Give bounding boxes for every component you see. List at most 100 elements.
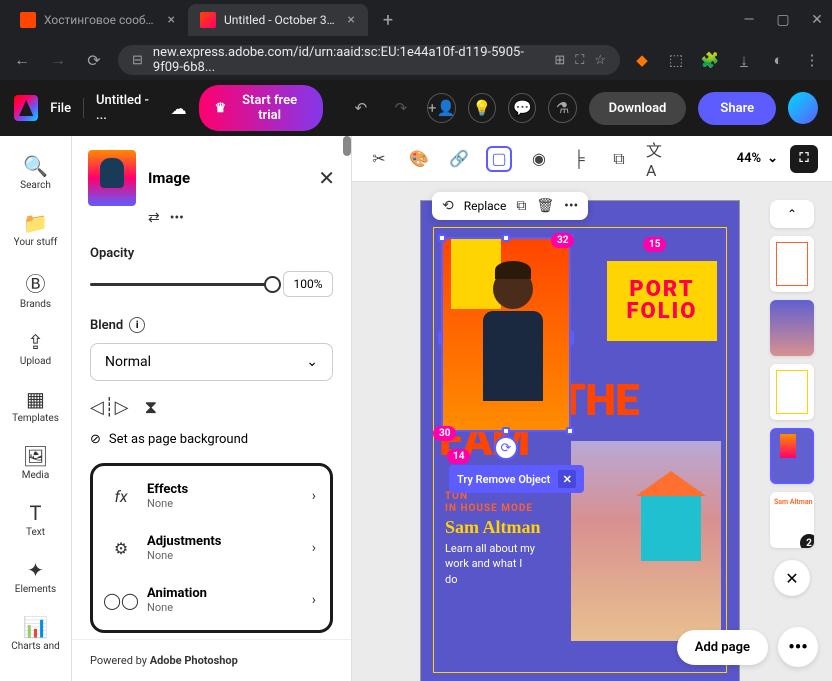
nav-templates[interactable]: ▦Templates bbox=[0, 379, 71, 432]
panel-close-icon[interactable]: ✕ bbox=[318, 166, 335, 190]
corner-icon[interactable]: ◉ bbox=[526, 146, 552, 172]
flip-vertical-icon[interactable]: ⧗ bbox=[145, 397, 158, 418]
pages-close-icon[interactable]: ✕ bbox=[774, 560, 810, 596]
new-tab-button[interactable]: + bbox=[374, 6, 402, 34]
resize-handle[interactable] bbox=[566, 427, 574, 435]
swap-icon[interactable]: ⇄ bbox=[148, 210, 160, 226]
delete-icon[interactable]: 🗑 bbox=[536, 198, 554, 214]
nav-forward-icon[interactable]: → bbox=[46, 48, 70, 72]
blend-select[interactable]: Normal ⌄ bbox=[90, 343, 333, 381]
page-thumbnail[interactable] bbox=[770, 236, 814, 292]
resize-handle[interactable] bbox=[438, 234, 446, 242]
description-text[interactable]: Learn all about my work and what I do bbox=[445, 541, 535, 587]
extensions-menu-icon[interactable]: 🧩 bbox=[700, 50, 720, 70]
invite-icon[interactable]: +👤 bbox=[427, 93, 456, 123]
site-settings-icon[interactable]: ⊟ bbox=[132, 53, 143, 68]
extension-icon[interactable]: ◆ bbox=[632, 50, 652, 70]
translate-icon[interactable]: ⛶ bbox=[575, 53, 584, 68]
pages-collapse-icon[interactable]: ⌃ bbox=[770, 200, 814, 228]
start-trial-button[interactable]: ♛ Start free trial bbox=[199, 85, 323, 131]
align-icon[interactable]: ╞ bbox=[566, 146, 592, 172]
color-icon[interactable]: 🎨 bbox=[406, 146, 432, 172]
resize-handle[interactable] bbox=[438, 331, 442, 345]
beach-image[interactable] bbox=[571, 441, 721, 641]
opacity-value[interactable]: 100% bbox=[283, 271, 333, 297]
opacity-slider[interactable] bbox=[90, 283, 273, 286]
artboard[interactable]: PORT FOLIO MEET THE EAM bbox=[420, 200, 740, 681]
panel-scrollbar[interactable] bbox=[343, 136, 351, 156]
window-close-icon[interactable]: ✕ bbox=[810, 13, 824, 27]
comment-icon[interactable]: 💬 bbox=[508, 93, 536, 123]
info-icon[interactable]: i bbox=[129, 317, 145, 333]
undo-icon[interactable]: ↶ bbox=[347, 93, 375, 123]
adjustments-item[interactable]: ⚙ AdjustmentsNone › bbox=[93, 522, 330, 574]
download-icon[interactable]: ↓ bbox=[734, 50, 754, 70]
animation-item[interactable]: ◯◯ AnimationNone › bbox=[93, 574, 330, 626]
install-app-icon[interactable]: ⊞ bbox=[554, 53, 565, 68]
try-remove-tooltip[interactable]: Try Remove Object ✕ bbox=[449, 465, 584, 493]
shape-icon[interactable]: ▢ bbox=[486, 146, 512, 172]
slider-thumb[interactable] bbox=[264, 276, 281, 293]
name-text[interactable]: Sam Altman bbox=[445, 517, 541, 538]
more-actions-icon[interactable]: ••• bbox=[778, 627, 818, 667]
more-icon[interactable]: ••• bbox=[564, 198, 578, 214]
url-bar[interactable]: ⊟ new.express.adobe.com/id/urn:aaid:sc:E… bbox=[118, 45, 620, 75]
doc-title[interactable]: Untitled - ... bbox=[96, 93, 159, 123]
tab-close-icon[interactable]: × bbox=[167, 13, 176, 27]
expand-icon[interactable]: ⛶ bbox=[790, 145, 818, 173]
file-menu[interactable]: File bbox=[50, 101, 71, 116]
nav-text[interactable]: TText bbox=[0, 493, 71, 546]
download-button[interactable]: Download bbox=[589, 92, 687, 125]
nav-brands[interactable]: ⒷBrands bbox=[0, 260, 71, 318]
browser-tab-active[interactable]: Untitled - October 31, 2024 at 1 × bbox=[188, 4, 368, 36]
nav-media[interactable]: 🖼Media bbox=[0, 436, 71, 489]
nav-reload-icon[interactable]: ⟳ bbox=[82, 48, 106, 72]
browser-menu-icon[interactable]: ⋮ bbox=[802, 50, 822, 70]
resize-handle[interactable] bbox=[502, 234, 510, 242]
resize-handle[interactable] bbox=[502, 427, 510, 435]
subtitle-text[interactable]: IN HOUSE MODE bbox=[445, 503, 533, 514]
window-maximize-icon[interactable]: ▢ bbox=[776, 13, 790, 27]
canvas[interactable]: ⟲ Replace ⧉ 🗑 ••• PORT FOLIO MEET THE bbox=[352, 182, 832, 681]
layer-icon[interactable]: ⧉ bbox=[606, 146, 632, 172]
bookmark-icon[interactable]: ☆ bbox=[594, 53, 606, 68]
page-thumbnail[interactable]: Sam Altman 2 bbox=[770, 492, 814, 548]
tab-close-icon[interactable]: × bbox=[346, 13, 356, 27]
more-icon[interactable]: ••• bbox=[170, 210, 184, 226]
beaker-icon[interactable]: ⚗ bbox=[548, 93, 576, 123]
profile-icon[interactable]: ◐ bbox=[768, 50, 788, 70]
page-thumbnail[interactable] bbox=[770, 364, 814, 420]
portfolio-box[interactable]: PORT FOLIO bbox=[607, 261, 717, 341]
adobe-logo-icon[interactable] bbox=[14, 95, 38, 121]
nav-your-stuff[interactable]: 📁Your stuff bbox=[0, 203, 71, 256]
browser-tab[interactable]: Хостинговое сообщество «Tin × bbox=[8, 4, 188, 36]
nav-charts[interactable]: 📊Charts and bbox=[0, 607, 71, 660]
nav-back-icon[interactable]: ← bbox=[10, 48, 34, 72]
close-icon[interactable]: ✕ bbox=[558, 470, 576, 488]
user-avatar[interactable] bbox=[788, 92, 818, 124]
crop-icon[interactable]: ⧉ bbox=[516, 198, 526, 214]
resize-handle[interactable] bbox=[570, 331, 574, 345]
flip-horizontal-icon[interactable]: ◁┊▷ bbox=[90, 397, 129, 418]
effects-item[interactable]: fx EffectsNone › bbox=[93, 470, 330, 522]
nav-upload[interactable]: ⇪Upload bbox=[0, 322, 71, 375]
redo-icon[interactable]: ↷ bbox=[387, 93, 415, 123]
page-thumbnail-active[interactable] bbox=[770, 428, 814, 484]
extension-icon[interactable]: ⬚ bbox=[666, 50, 686, 70]
zoom-control[interactable]: 44% ⌄ ⛶ bbox=[737, 145, 818, 173]
cloud-sync-icon[interactable]: ☁ bbox=[171, 99, 187, 118]
window-minimize-icon[interactable]: — bbox=[742, 13, 756, 27]
add-page-button[interactable]: Add page bbox=[677, 630, 768, 665]
nav-elements[interactable]: ✦Elements bbox=[0, 550, 71, 603]
page-thumbnail[interactable] bbox=[770, 300, 814, 356]
nav-search[interactable]: 🔍Search bbox=[0, 146, 71, 199]
translate-icon[interactable]: 文A bbox=[646, 146, 672, 172]
set-as-background[interactable]: ⊘ Set as page background bbox=[90, 432, 333, 447]
rotate-handle[interactable]: ⟳ bbox=[494, 436, 518, 460]
help-icon[interactable]: 💡 bbox=[468, 93, 496, 123]
selected-image[interactable]: ⟳ bbox=[441, 237, 571, 432]
link-icon[interactable]: 🔗 bbox=[446, 146, 472, 172]
share-button[interactable]: Share bbox=[698, 92, 776, 125]
crop-icon[interactable]: ✂ bbox=[366, 146, 392, 172]
replace-button[interactable]: Replace bbox=[464, 199, 507, 213]
